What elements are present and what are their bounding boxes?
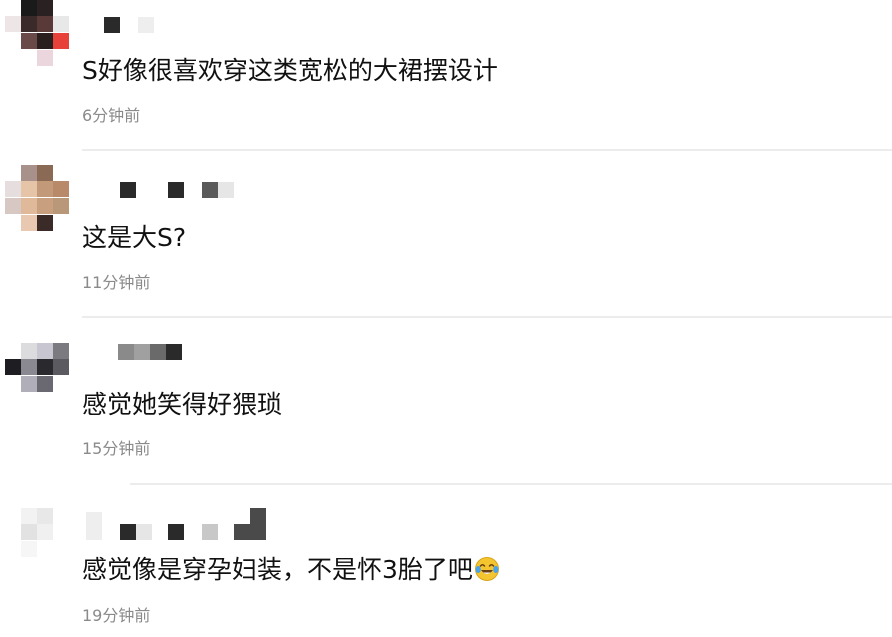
avatar[interactable]	[5, 508, 70, 573]
username[interactable]	[100, 17, 300, 35]
comment-text: S好像很喜欢穿这类宽松的大裙摆设计	[82, 56, 498, 85]
username[interactable]	[100, 344, 300, 362]
avatar[interactable]	[5, 343, 70, 408]
username[interactable]	[100, 182, 300, 200]
divider	[82, 149, 892, 151]
avatar[interactable]	[5, 0, 70, 66]
divider	[82, 316, 892, 318]
comment-text: 感觉她笑得好猥琐	[82, 390, 283, 419]
avatar[interactable]	[5, 165, 70, 231]
comment-text: 感觉像是穿孕妇装，不是怀3胎了吧	[82, 553, 500, 587]
divider	[130, 483, 892, 485]
laughing-crying-emoji-icon	[474, 557, 499, 581]
comment-time: 11分钟前	[82, 273, 151, 292]
comment-text-content: 感觉像是穿孕妇装，不是怀3胎了吧	[82, 555, 473, 584]
comment-time: 6分钟前	[82, 106, 141, 125]
username[interactable]	[86, 508, 280, 542]
comment-text: 这是大S?	[82, 223, 187, 252]
comment-time: 19分钟前	[82, 606, 151, 625]
comment-time: 15分钟前	[82, 439, 151, 458]
